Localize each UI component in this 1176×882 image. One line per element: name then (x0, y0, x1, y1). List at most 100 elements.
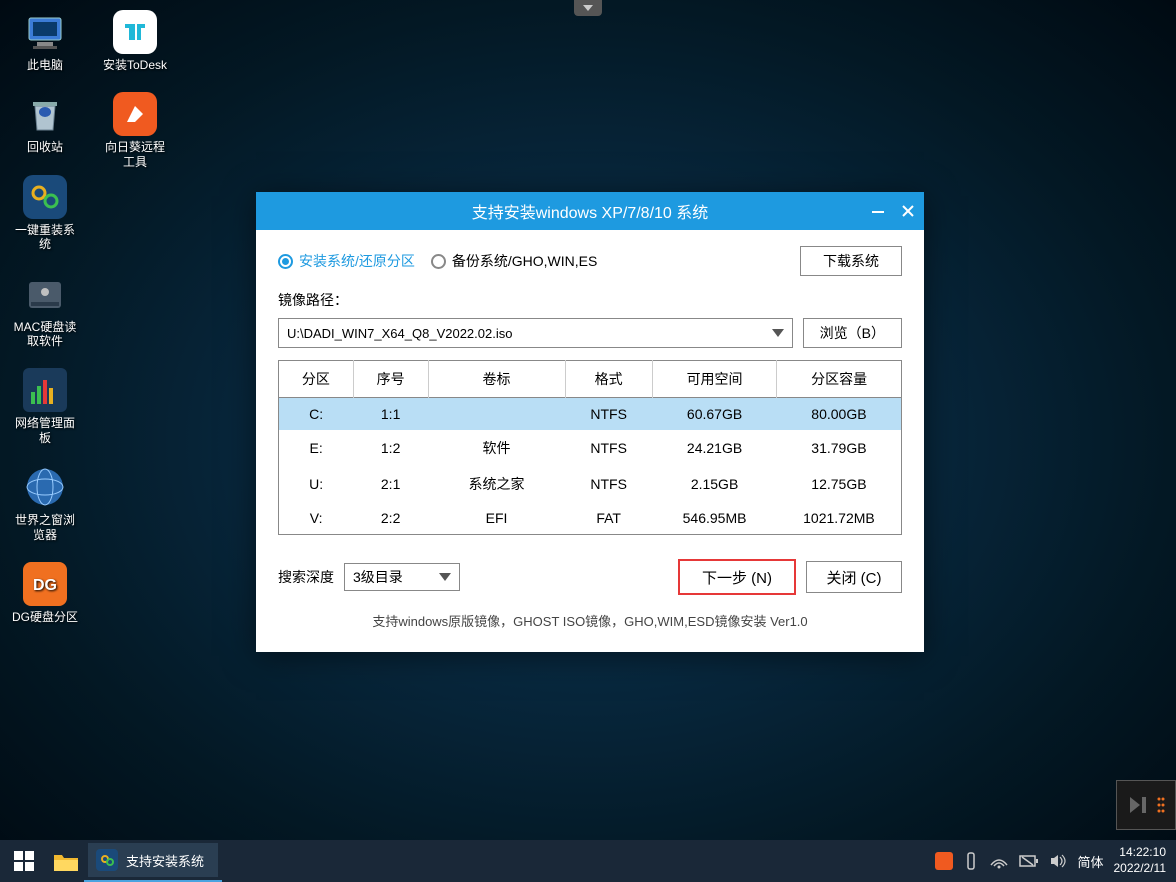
chevron-down-icon (772, 329, 784, 337)
cell-index: 2:2 (353, 502, 428, 535)
cell-free: 546.95MB (652, 502, 777, 535)
tray-app-icon[interactable] (935, 852, 953, 870)
image-path-dropdown[interactable]: U:\DADI_WIN7_X64_Q8_V2022.02.iso (278, 318, 793, 348)
cell-capacity: 80.00GB (777, 398, 902, 431)
cell-capacity: 31.79GB (777, 430, 902, 466)
file-explorer-taskbar[interactable] (48, 840, 84, 882)
window-title: 支持安装windows XP/7/8/10 系统 (472, 199, 709, 223)
col-index: 序号 (353, 361, 428, 398)
cell-index: 2:1 (353, 466, 428, 502)
table-row[interactable]: E: 1:2 软件 NTFS 24.21GB 31.79GB (279, 430, 902, 466)
cell-label: 软件 (428, 430, 565, 466)
recycle-bin-icon[interactable]: 回收站 (10, 92, 80, 154)
radio-install-label: 安装系统/还原分区 (299, 251, 415, 271)
table-row[interactable]: C: 1:1 NTFS 60.67GB 80.00GB (279, 398, 902, 431)
image-path-label: 镜像路径： (278, 290, 902, 310)
gears-icon (27, 179, 63, 215)
battery-icon[interactable] (1019, 854, 1039, 868)
cell-index: 1:2 (353, 430, 428, 466)
wifi-icon[interactable] (989, 853, 1009, 869)
todesk-icon[interactable]: 安装ToDesk (100, 10, 170, 72)
icon-label: 向日葵远程工具 (100, 140, 170, 169)
icon-label: 一键重装系统 (10, 223, 80, 252)
col-partition: 分区 (279, 361, 354, 398)
minimize-icon (871, 204, 885, 218)
svg-text:DG: DG (33, 577, 57, 594)
search-depth-label: 搜索深度 (278, 567, 334, 587)
cell-partition: U: (279, 466, 354, 502)
radio-backup-label: 备份系统/GHO,WIN,ES (452, 251, 597, 271)
icon-label: 回收站 (27, 140, 63, 154)
this-pc-icon[interactable]: 此电脑 (10, 10, 80, 72)
mode-radio-row: 安装系统/还原分区 备份系统/GHO,WIN,ES 下载系统 (278, 246, 902, 276)
onekey-reinstall-icon[interactable]: 一键重装系统 (10, 175, 80, 252)
clock[interactable]: 14:22:10 2022/2/11 (1114, 845, 1167, 876)
cell-format: NTFS (565, 398, 652, 431)
netmgr-icon[interactable]: 网络管理面板 (10, 368, 80, 445)
volume-icon[interactable] (1049, 853, 1067, 869)
table-row[interactable]: V: 2:2 EFI FAT 546.95MB 1021.72MB (279, 502, 902, 535)
cell-free: 60.67GB (652, 398, 777, 431)
col-free: 可用空间 (652, 361, 777, 398)
computer-icon (23, 10, 67, 54)
cell-capacity: 1021.72MB (777, 502, 902, 535)
chevron-down-icon (439, 573, 451, 581)
window-content: 安装系统/还原分区 备份系统/GHO,WIN,ES 下载系统 镜像路径： U:\… (256, 230, 924, 640)
col-capacity: 分区容量 (777, 361, 902, 398)
cell-label: 系统之家 (428, 466, 565, 502)
radio-backup[interactable]: 备份系统/GHO,WIN,ES (431, 251, 597, 271)
cell-partition: V: (279, 502, 354, 535)
bottom-row: 搜索深度 3级目录 下一步 (N) 关闭 (C) (278, 559, 902, 595)
footer-note: 支持windows原版镜像，GHOST ISO镜像，GHO,WIM,ESD镜像安… (278, 611, 902, 630)
gears-icon (99, 852, 115, 868)
clock-time: 14:22:10 (1114, 845, 1167, 861)
close-window-button[interactable]: 关闭 (C) (806, 561, 902, 593)
titlebar[interactable]: 支持安装windows XP/7/8/10 系统 (256, 192, 924, 230)
browser-icon[interactable]: 世界之窗浏览器 (10, 465, 80, 542)
table-header-row: 分区 序号 卷标 格式 可用空间 分区容量 (279, 361, 902, 398)
cell-free: 2.15GB (652, 466, 777, 502)
system-tray: 简体 14:22:10 2022/2/11 (935, 845, 1176, 876)
taskbar-app-title: 支持安装系统 (126, 851, 204, 870)
grip-dots-icon (1156, 793, 1166, 817)
cell-free: 24.21GB (652, 430, 777, 466)
top-pulldown-tab[interactable] (574, 0, 602, 16)
icon-label: MAC硬盘读取软件 (10, 320, 80, 349)
cell-capacity: 12.75GB (777, 466, 902, 502)
search-depth-select[interactable]: 3级目录 (344, 563, 460, 591)
icon-label: 世界之窗浏览器 (10, 513, 80, 542)
play-next-icon (1126, 793, 1150, 817)
start-button[interactable] (0, 840, 48, 882)
minimize-button[interactable] (870, 203, 886, 219)
desktop-icons-area: 此电脑 回收站 一键重装系统 MAC硬盘读取软件 网络管理面板 世界之窗浏览器 (10, 10, 170, 624)
ime-indicator[interactable]: 简体 (1077, 852, 1103, 871)
trash-icon (23, 92, 67, 136)
usb-icon[interactable] (963, 851, 979, 871)
disk-icon (23, 272, 67, 316)
folder-icon (52, 849, 80, 873)
icon-label: 此电脑 (27, 58, 63, 72)
chevron-down-icon (583, 5, 593, 11)
radio-circle-icon (431, 254, 446, 269)
network-panel-icon (27, 372, 63, 408)
running-app-taskbar[interactable]: 支持安装系统 (84, 840, 222, 882)
browse-button[interactable]: 浏览（B） (803, 318, 902, 348)
col-format: 格式 (565, 361, 652, 398)
dg-partition-icon[interactable]: DG DG硬盘分区 (10, 562, 80, 624)
close-icon (901, 204, 915, 218)
mac-disk-icon[interactable]: MAC硬盘读取软件 (10, 272, 80, 349)
cell-format: NTFS (565, 466, 652, 502)
radio-install[interactable]: 安装系统/还原分区 (278, 251, 415, 271)
next-button[interactable]: 下一步 (N) (678, 559, 796, 595)
install-window: 支持安装windows XP/7/8/10 系统 安装系统/还原分区 备份系统/… (256, 192, 924, 652)
float-widget[interactable] (1116, 780, 1176, 830)
table-row[interactable]: U: 2:1 系统之家 NTFS 2.15GB 12.75GB (279, 466, 902, 502)
col-label: 卷标 (428, 361, 565, 398)
globe-icon (23, 465, 67, 509)
cell-format: FAT (565, 502, 652, 535)
sunflower-icon[interactable]: 向日葵远程工具 (100, 92, 170, 169)
search-depth-value: 3级目录 (353, 567, 403, 587)
download-system-button[interactable]: 下载系统 (800, 246, 902, 276)
close-button[interactable] (900, 203, 916, 219)
cell-label: EFI (428, 502, 565, 535)
